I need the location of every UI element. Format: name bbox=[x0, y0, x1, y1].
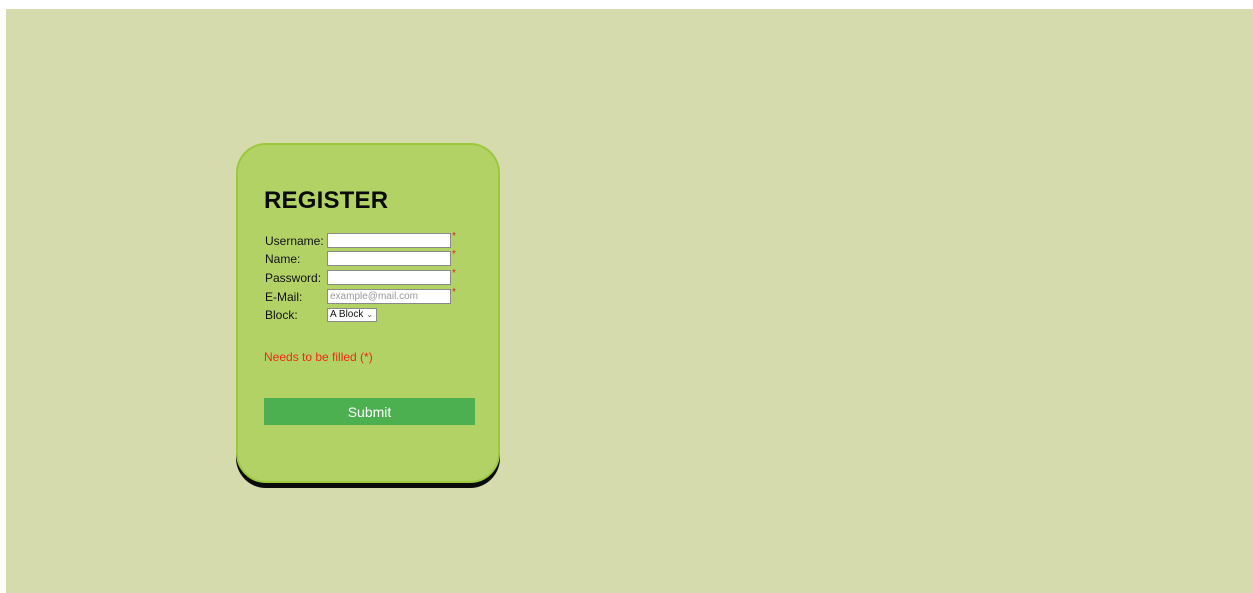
email-row: E-Mail: * bbox=[265, 288, 456, 305]
required-marker: * bbox=[452, 268, 456, 279]
block-select[interactable]: A Block ⌄ bbox=[327, 307, 377, 322]
block-label: Block: bbox=[265, 307, 298, 322]
username-row: Username: * bbox=[265, 232, 456, 249]
block-select-value: A Block bbox=[330, 309, 364, 320]
email-label: E-Mail: bbox=[265, 289, 303, 304]
password-label: Password: bbox=[265, 270, 322, 285]
email-input[interactable] bbox=[327, 289, 451, 304]
chevron-down-icon: ⌄ bbox=[366, 309, 373, 319]
password-row: Password: * bbox=[265, 269, 456, 286]
name-input[interactable] bbox=[327, 251, 451, 266]
required-marker: * bbox=[452, 287, 456, 298]
form-title: REGISTER bbox=[264, 187, 389, 214]
required-marker: * bbox=[452, 231, 456, 242]
page-background: REGISTER Username: * Name: * Password: *… bbox=[6, 9, 1253, 593]
name-row: Name: * bbox=[265, 250, 456, 267]
submit-button[interactable]: Submit bbox=[264, 398, 475, 425]
required-marker: * bbox=[452, 249, 456, 260]
block-row: Block: A Block ⌄ bbox=[265, 306, 377, 323]
register-form-card: REGISTER Username: * Name: * Password: *… bbox=[236, 143, 500, 483]
password-input[interactable] bbox=[327, 270, 451, 285]
name-label: Name: bbox=[265, 251, 301, 266]
username-input[interactable] bbox=[327, 233, 451, 248]
required-note: Needs to be filled (*) bbox=[264, 350, 373, 364]
username-label: Username: bbox=[265, 233, 324, 248]
